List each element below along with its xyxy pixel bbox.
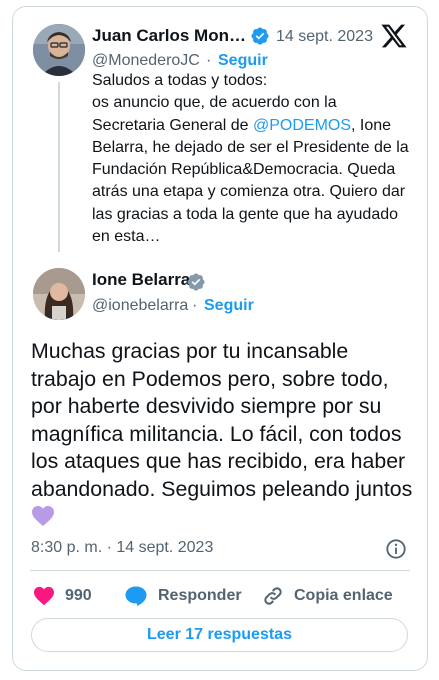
avatar[interactable] [33, 24, 85, 76]
quoted-text-line: Secretaria General de @PODEMOS, Ione [92, 115, 410, 137]
follow-button[interactable]: Seguir [204, 297, 254, 315]
verified-badge-icon [251, 27, 269, 45]
tweet-timestamp[interactable]: 8:30 p. m. · 14 sept. 2023 [31, 539, 213, 557]
reply-bubble-icon [125, 586, 147, 606]
quoted-text-line: os anuncio que, de acuerdo con la [92, 94, 337, 112]
like-count: 990 [65, 587, 92, 604]
copy-link-button[interactable]: Copia enlace [262, 585, 393, 607]
quoted-text-segment: , Ione [351, 116, 392, 134]
separator-dot: · [192, 297, 198, 314]
quoted-author-name[interactable]: Juan Carlos Mon… [92, 26, 246, 46]
read-replies-button[interactable]: Leer 17 respuestas [31, 618, 408, 652]
link-icon [264, 587, 282, 605]
quoted-text-rest: Belarra, he dejado de ser el Presidente … [92, 138, 409, 246]
x-logo-icon[interactable] [380, 22, 408, 50]
verified-badge-icon [187, 273, 205, 291]
quoted-text-segment: Secretaria General de [92, 116, 253, 134]
thread-connector-line [58, 82, 60, 252]
author-name[interactable]: Ione Belarra [92, 270, 190, 290]
avatar[interactable] [33, 268, 85, 320]
quoted-handle[interactable]: @MonederoJC [92, 52, 200, 70]
quoted-date[interactable]: 14 sept. 2023 [276, 28, 373, 46]
author-handle[interactable]: @ionebelarra [92, 297, 188, 315]
quoted-follow-button[interactable]: Seguir [218, 52, 268, 70]
info-icon[interactable] [385, 538, 407, 560]
reply-button[interactable]: Responder [124, 585, 242, 607]
quoted-text-line: Saludos a todas y todos: [92, 72, 268, 89]
heart-icon [34, 586, 54, 606]
quoted-tweet-text: Saludos a todas y todos: os anuncio que,… [92, 70, 410, 248]
tweet-text-content: Muchas gracias por tu incansable trabajo… [31, 339, 413, 501]
podemos-mention-link[interactable]: @PODEMOS [253, 117, 351, 134]
copy-link-label: Copia enlace [294, 587, 393, 604]
tweet-text-paragraph: Muchas gracias por tu incansable trabajo… [31, 338, 416, 531]
divider [30, 570, 410, 571]
tweet-text: Muchas gracias por tu incansable trabajo… [31, 338, 416, 531]
separator-dot: · [206, 52, 212, 69]
reply-label: Responder [158, 587, 242, 604]
like-button[interactable]: 990 [33, 585, 92, 607]
purple-heart-emoji [32, 505, 54, 526]
